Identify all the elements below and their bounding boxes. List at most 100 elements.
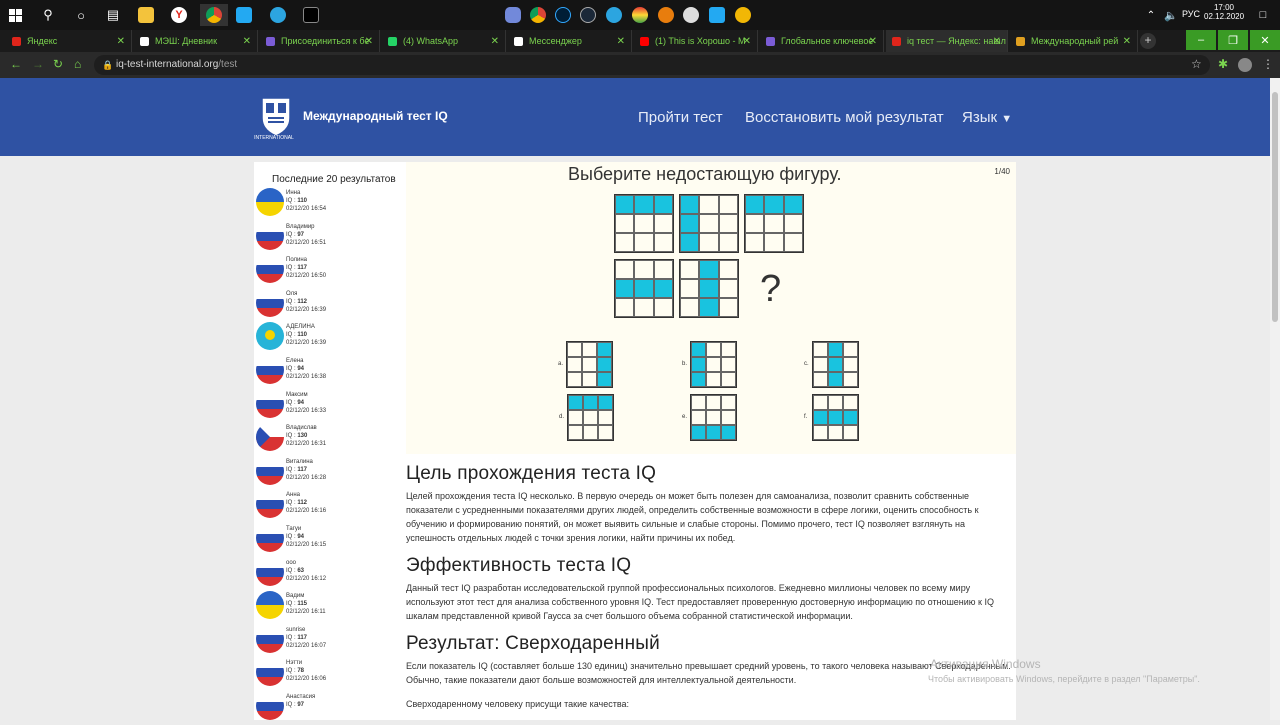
browser-tab[interactable]: Мессенджер ✕ bbox=[508, 30, 632, 52]
file-explorer-icon[interactable] bbox=[135, 4, 157, 26]
maximize-icon[interactable]: ❐ bbox=[1218, 30, 1248, 50]
scrollbar-thumb[interactable] bbox=[1272, 92, 1278, 322]
tab-favicon-icon bbox=[12, 36, 21, 46]
country-flag-icon bbox=[256, 322, 284, 351]
result-iq: IQ : 130 bbox=[286, 433, 307, 439]
tab-close-icon[interactable]: ✕ bbox=[1123, 36, 1131, 47]
answer-option[interactable] bbox=[812, 341, 859, 388]
result-name: Анастасия bbox=[286, 694, 316, 700]
browser-tab[interactable]: iq тест — Яндекс: нашл ✕ bbox=[886, 30, 1008, 52]
tab-favicon-icon bbox=[388, 36, 397, 46]
url-bar[interactable]: 🔒 iq-test-international.org/test bbox=[94, 55, 1210, 75]
section-text-efficiency: Данный тест IQ разработан исследовательс… bbox=[406, 583, 994, 621]
close-icon[interactable]: ✕ bbox=[1250, 30, 1280, 50]
new-tab-icon[interactable]: + bbox=[1140, 33, 1156, 49]
result-iq-value: 112 bbox=[297, 298, 308, 305]
vscode-tray-icon[interactable] bbox=[706, 4, 728, 26]
answer-option[interactable] bbox=[690, 394, 737, 441]
result-iq-label: IQ : bbox=[286, 231, 296, 238]
browser-tab[interactable]: МЭШ: Дневник ✕ bbox=[134, 30, 258, 52]
answer-option[interactable] bbox=[690, 341, 737, 388]
photoshop-icon[interactable] bbox=[552, 4, 574, 26]
terminal-icon[interactable] bbox=[300, 4, 322, 26]
site-logo[interactable] bbox=[256, 94, 296, 140]
language-indicator[interactable]: РУС bbox=[1182, 9, 1200, 19]
vscode-icon[interactable] bbox=[233, 4, 255, 26]
country-flag-icon bbox=[256, 188, 284, 216]
discord-icon[interactable] bbox=[502, 4, 524, 26]
result-iq: IQ : 63 bbox=[286, 568, 304, 574]
result-iq-value: 130 bbox=[297, 433, 308, 440]
tab-close-icon[interactable]: ✕ bbox=[117, 36, 125, 47]
tab-close-icon[interactable]: ✕ bbox=[617, 36, 625, 47]
extensions-icon[interactable]: ✱ bbox=[1218, 57, 1228, 71]
country-flag-icon bbox=[256, 591, 284, 620]
country-flag-icon bbox=[256, 557, 284, 586]
tab-close-icon[interactable]: ✕ bbox=[243, 36, 251, 47]
notification-icon[interactable]: □ bbox=[1252, 4, 1274, 26]
chrome-icon[interactable] bbox=[200, 4, 228, 26]
windows-start-icon[interactable] bbox=[4, 4, 26, 26]
site-brand[interactable]: Международный тест IQ bbox=[303, 109, 448, 123]
chevron-up-icon[interactable]: ⌃ bbox=[1140, 4, 1162, 26]
profile-avatar[interactable] bbox=[1238, 58, 1252, 72]
result-name: sunrise bbox=[286, 626, 306, 633]
result-iq-label: IQ : bbox=[286, 634, 296, 641]
result-iq: IQ : 112 bbox=[286, 299, 307, 305]
result-iq-label: IQ : bbox=[286, 668, 296, 675]
result-date: 02/12/20 16:33 bbox=[286, 407, 327, 414]
blender-icon[interactable] bbox=[655, 4, 677, 26]
steam-icon[interactable] bbox=[577, 4, 599, 26]
answer-option[interactable] bbox=[567, 394, 614, 441]
browser-tab[interactable]: Международный рей ✕ bbox=[1010, 30, 1138, 52]
tab-close-icon[interactable]: ✕ bbox=[365, 36, 373, 47]
browser-tab[interactable]: (4) WhatsApp ✕ bbox=[382, 30, 506, 52]
search-icon[interactable]: ⚲ bbox=[37, 4, 59, 26]
nav-restore-result[interactable]: Восстановить мой результат bbox=[745, 109, 944, 126]
tab-favicon-icon bbox=[140, 36, 149, 46]
browser-tab[interactable]: (1) This is Хорошо - М ✕ bbox=[634, 30, 758, 52]
country-flag-icon bbox=[256, 389, 284, 418]
nav-language-label: Язык bbox=[962, 109, 998, 126]
answer-option[interactable] bbox=[812, 394, 859, 441]
task-view-icon[interactable]: ▤ bbox=[102, 4, 124, 26]
matrix-figure bbox=[614, 194, 674, 253]
result-iq-value: 110 bbox=[297, 198, 308, 204]
chrome-tray-icon[interactable] bbox=[527, 4, 549, 26]
browser-tab[interactable]: Яндекс ✕ bbox=[6, 30, 132, 52]
home-icon[interactable]: ⌂ bbox=[74, 57, 81, 71]
yandex-browser-icon[interactable]: Y bbox=[168, 4, 190, 26]
browser-tab[interactable]: Глобальное ключевое ✕ bbox=[760, 30, 884, 52]
unity-icon[interactable] bbox=[680, 4, 702, 26]
speaker-icon[interactable]: 🔈 bbox=[1160, 4, 1182, 26]
forward-icon[interactable]: → bbox=[32, 57, 44, 71]
url-host: iq-test-international.org bbox=[116, 59, 219, 70]
clock[interactable]: 17:00 02.12.2020 bbox=[1204, 3, 1244, 21]
cortana-icon[interactable]: ○ bbox=[70, 4, 92, 26]
nav-take-test[interactable]: Пройти тест bbox=[638, 109, 723, 126]
cs-icon[interactable] bbox=[732, 4, 754, 26]
minimize-icon[interactable]: – bbox=[1186, 30, 1216, 50]
browser-tab[interactable]: Присоединиться к бе ✕ bbox=[260, 30, 380, 52]
telegram-icon[interactable] bbox=[267, 4, 289, 26]
bookmark-star-icon[interactable]: ☆ bbox=[1191, 57, 1202, 71]
tab-close-icon[interactable]: ✕ bbox=[743, 36, 751, 47]
tab-close-icon[interactable]: ✕ bbox=[869, 36, 877, 47]
tab-close-icon[interactable]: ✕ bbox=[993, 36, 1001, 47]
result-date: 02/12/20 16:39 bbox=[286, 306, 327, 313]
browser-menu-icon[interactable]: ⋮ bbox=[1262, 57, 1274, 71]
reload-icon[interactable]: ↻ bbox=[53, 57, 63, 71]
answer-option[interactable] bbox=[566, 341, 613, 388]
section-text-qualities: Сверходаренному человеку присущи такие к… bbox=[406, 699, 630, 709]
result-iq-label: IQ : bbox=[286, 534, 296, 540]
result-date: 02/12/20 16:31 bbox=[286, 441, 327, 448]
back-icon[interactable]: ← bbox=[10, 57, 22, 71]
rainbow-app-icon[interactable] bbox=[629, 4, 651, 26]
result-iq-value: 117 bbox=[297, 634, 308, 641]
tab-close-icon[interactable]: ✕ bbox=[491, 36, 499, 47]
nav-language[interactable]: Язык ▼ bbox=[962, 109, 1012, 126]
telegram-tray-icon[interactable] bbox=[603, 4, 625, 26]
tab-favicon-icon bbox=[514, 36, 523, 46]
activation-watermark-text: Чтобы активировать Windows, перейдите в … bbox=[928, 674, 1200, 684]
country-flag-icon bbox=[256, 255, 284, 284]
